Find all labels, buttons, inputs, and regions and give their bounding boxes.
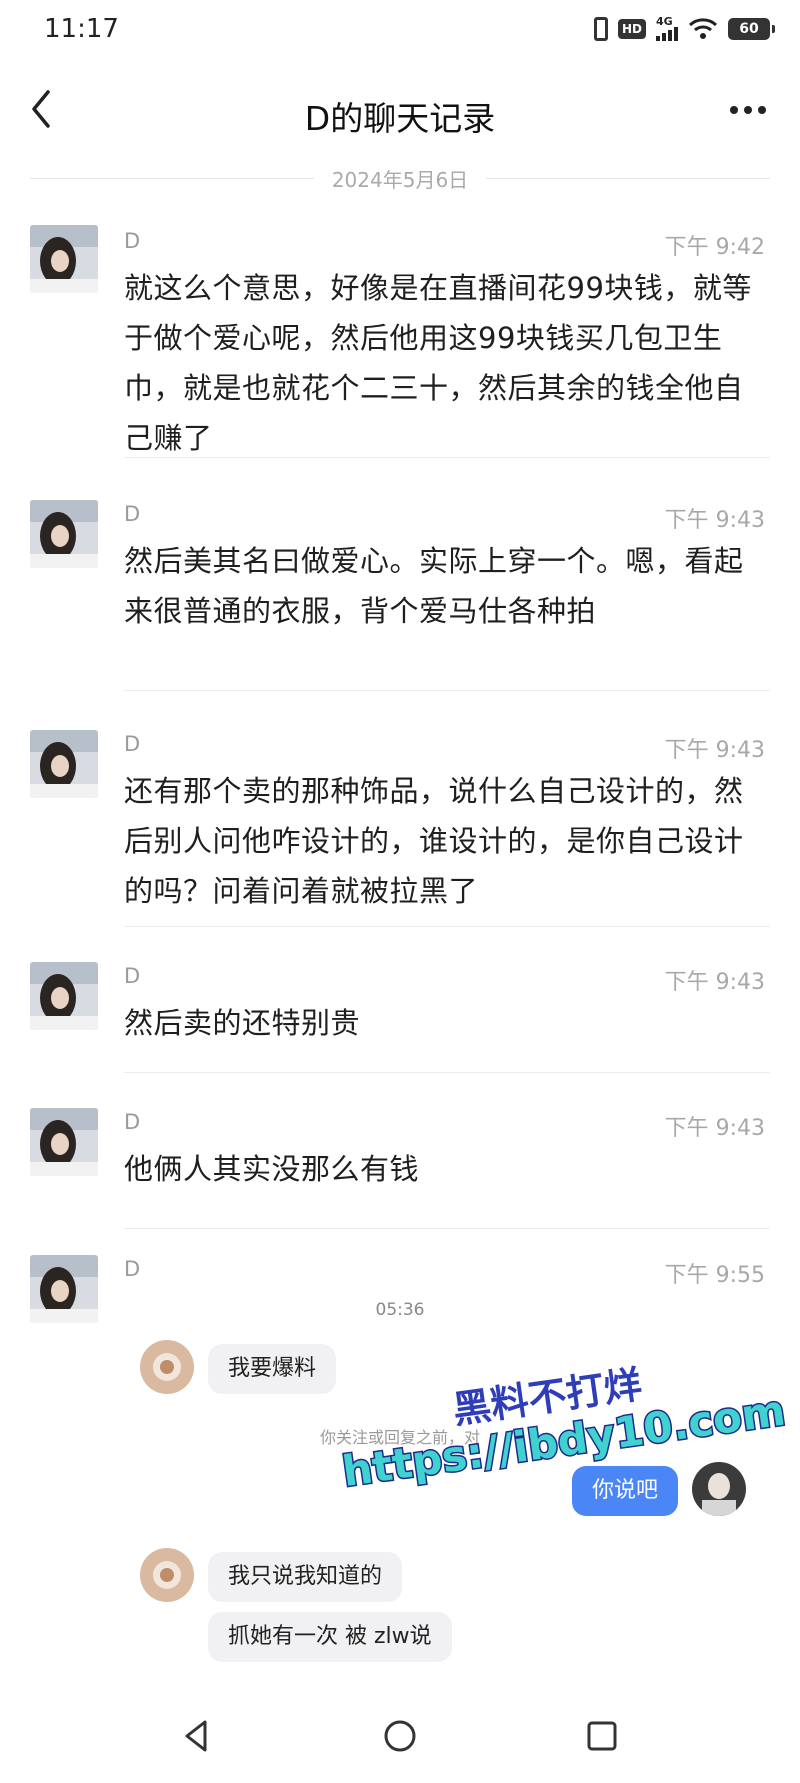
triangle-back-icon: [185, 1720, 207, 1752]
message-time: 下午 9:43: [664, 738, 765, 763]
embedded-bubble: 抓她有一次 被 zlw说: [208, 1612, 452, 1662]
embedded-bubble: 我只说我知道的: [208, 1552, 403, 1602]
embedded-reply-bubble: 你说吧: [572, 1466, 679, 1516]
nav-home-button[interactable]: [378, 1714, 422, 1758]
avatar[interactable]: [30, 962, 98, 1030]
nav-back-button[interactable]: [175, 1714, 219, 1758]
page-title: D的聊天记录: [304, 99, 496, 138]
battery-icon: 60: [728, 17, 775, 40]
message-time: 下午 9:42: [664, 235, 765, 260]
circle-home-icon: [384, 1720, 416, 1752]
date-divider: 2024年5月6日: [30, 165, 771, 192]
avatar: [692, 1462, 746, 1516]
date-label: 2024年5月6日: [331, 167, 469, 192]
signal-icon: 4G: [656, 16, 678, 41]
embedded-screenshot[interactable]: 05:36 我要爆料 你关注或回复之前，对 你说吧 我只说我知道的 抓她有一次 …: [0, 1300, 800, 1662]
status-bar: 11:17 HD 4G 60: [0, 0, 800, 62]
message-text: 然后美其名曰做爱心。实际上穿一个。嗯，看起来很普通的衣服，背个爱马仕各种拍: [124, 544, 744, 628]
title-bar: D的聊天记录: [0, 62, 800, 162]
avatar: [140, 1340, 194, 1394]
more-icon: [730, 106, 766, 114]
sender-name: D: [124, 1257, 141, 1281]
sender-name: D: [124, 1110, 141, 1134]
sender-name: D: [124, 229, 141, 253]
avatar[interactable]: [30, 1108, 98, 1176]
message-text: 还有那个卖的那种饰品，说什么自己设计的，然后别人问他咋设计的，谁设计的，是你自己…: [124, 774, 744, 908]
network-type: 4G: [656, 15, 673, 28]
avatar[interactable]: [30, 500, 98, 568]
message-text: 就这么个意思，好像是在直播间花99块钱，就等于做个爱心呢，然后他用这99块钱买几…: [124, 271, 752, 455]
square-recents-icon: [587, 1721, 617, 1751]
message-time: 下午 9:43: [664, 508, 765, 533]
embedded-time: 05:36: [375, 1300, 425, 1320]
nav-recents-button[interactable]: [580, 1714, 624, 1758]
status-icons: HD 4G 60: [593, 16, 775, 41]
navigation-bar: [0, 1688, 800, 1783]
status-time: 11:17: [44, 14, 119, 44]
embedded-notice: 你关注或回复之前，对: [319, 1428, 480, 1447]
vibrate-icon: [593, 16, 608, 41]
sender-name: D: [124, 732, 141, 756]
sender-name: D: [124, 502, 141, 526]
sender-name: D: [124, 964, 141, 988]
message-text: 然后卖的还特别贵: [124, 1006, 361, 1040]
message-time: 下午 9:43: [664, 970, 765, 995]
avatar: [140, 1548, 194, 1602]
more-button[interactable]: [726, 92, 770, 128]
message-text: 他俩人其实没那么有钱: [124, 1152, 420, 1186]
embedded-bubble: 我要爆料: [208, 1344, 337, 1394]
avatar[interactable]: [30, 225, 98, 293]
wifi-icon: [688, 17, 718, 39]
hd-icon: HD: [617, 18, 646, 39]
message-time: 下午 9:55: [664, 1263, 765, 1288]
avatar[interactable]: [30, 730, 98, 798]
message-time: 下午 9:43: [664, 1116, 765, 1141]
